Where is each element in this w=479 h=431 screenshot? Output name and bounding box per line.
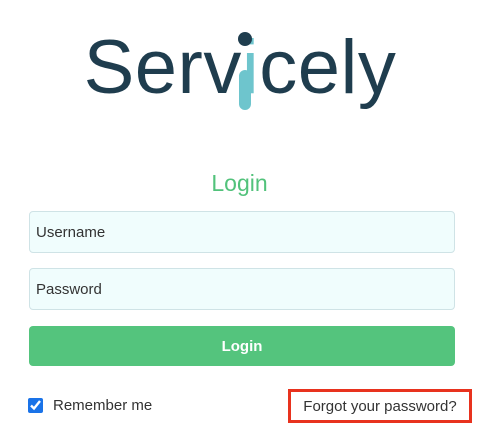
servicely-logo: Servicely <box>0 26 479 116</box>
logo-i-stem-accent <box>239 70 251 110</box>
logo-svg: Servicely <box>84 26 396 110</box>
remember-me-label[interactable]: Remember me <box>53 397 152 414</box>
forgot-password-highlight: Forgot your password? <box>288 389 472 423</box>
login-heading: Login <box>211 170 268 196</box>
login-page: Servicely Login Login Remember me Forgot… <box>0 0 479 431</box>
login-button[interactable]: Login <box>29 326 455 366</box>
forgot-password-link[interactable]: Forgot your password? <box>303 398 456 415</box>
remember-me-checkbox[interactable] <box>28 398 43 413</box>
password-input[interactable] <box>29 268 455 310</box>
logo-i-dot <box>238 32 252 46</box>
remember-me: Remember me <box>28 397 152 414</box>
username-input[interactable] <box>29 211 455 253</box>
